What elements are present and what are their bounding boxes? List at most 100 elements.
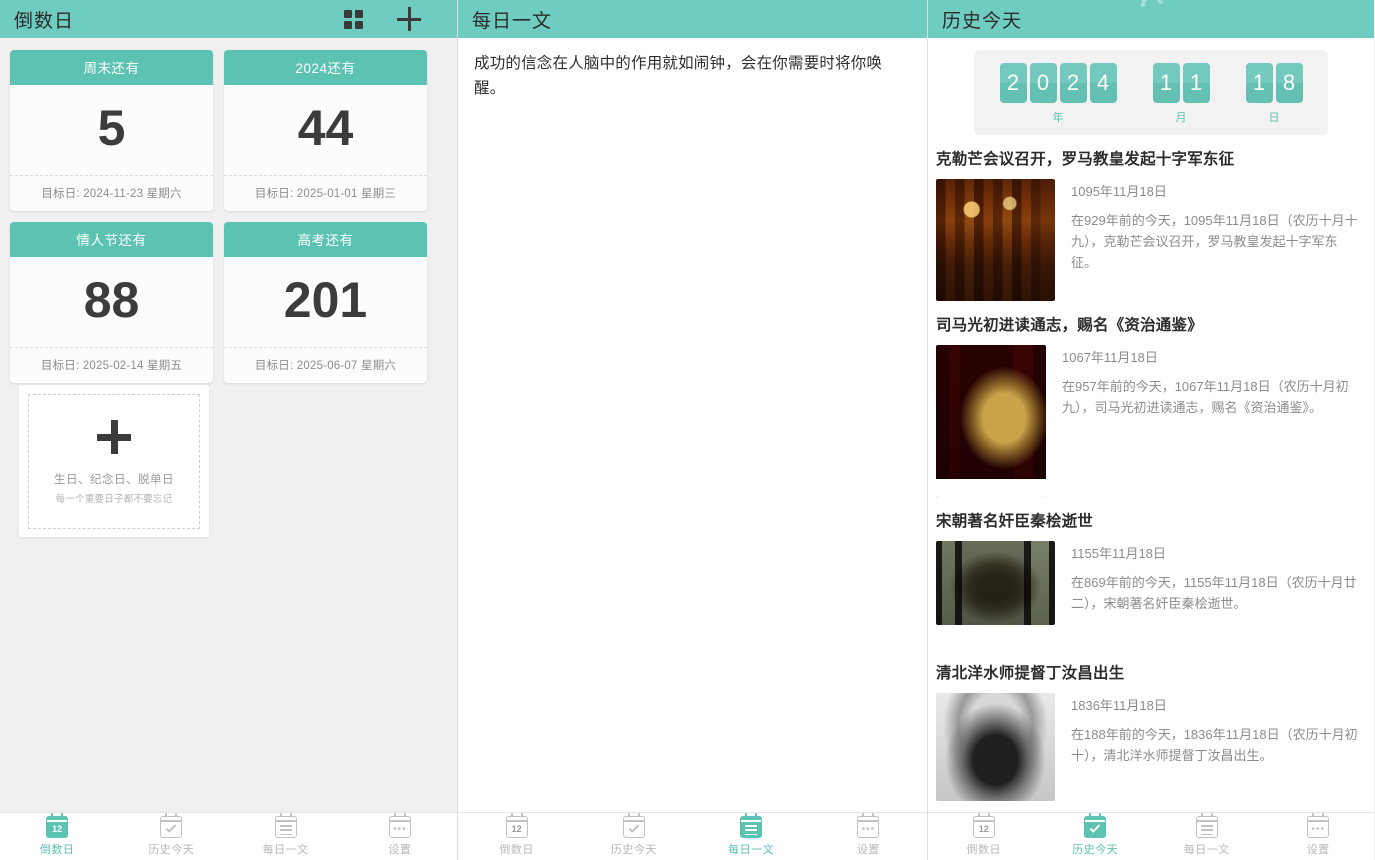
countdown-card[interactable]: 情人节还有 88 目标日: 2025-02-14 星期五	[10, 222, 213, 383]
event-body: 1067年11月18日 在957年前的今天，1067年11月18日（农历十月初九…	[936, 345, 1360, 497]
nav-label: 每日一文	[262, 844, 309, 856]
article-header: 每日一文	[458, 0, 927, 38]
history-event-item[interactable]: 宋朝著名奸臣秦桧逝世 1155年11月18日 在869年前的今天，1155年11…	[928, 497, 1374, 625]
add-countdown-card[interactable]: 生日、纪念日、脱单日 每一个重要日子都不要忘记	[19, 385, 209, 537]
event-texts: 1095年11月18日 在929年前的今天，1095年11月18日（农历十月十九…	[1071, 179, 1360, 273]
nav-label: 历史今天	[1072, 844, 1119, 856]
panel-daily-article: 每日一文 成功的信念在人脑中的作用就如闹钟，会在你需要时将你唤醒。 12 倒数日…	[458, 0, 928, 860]
countdown-card-target: 目标日: 2025-02-14 星期五	[40, 360, 183, 372]
nav-label: 每日一文	[728, 844, 775, 856]
year-unit-label: 年	[1052, 112, 1064, 124]
date-group-year: 2 0 2 4 年	[999, 63, 1117, 125]
event-thumbnail	[936, 179, 1055, 301]
event-description: 在929年前的今天，1095年11月18日（农历十月十九），克勒芒会议召开，罗马…	[1071, 213, 1358, 271]
nav-item-settings[interactable]: ••• 设置	[810, 813, 927, 857]
event-texts: 1067年11月18日 在957年前的今天，1067年11月18日（农历十月初九…	[1062, 345, 1360, 418]
calendar-12-icon: 12	[505, 813, 528, 838]
year-digits: 2 0 2 4	[999, 63, 1117, 103]
nav-item-history[interactable]: 历史今天	[1040, 813, 1152, 857]
month-unit-label: 月	[1175, 112, 1187, 124]
countdown-card[interactable]: 高考还有 201 目标日: 2025-06-07 星期六	[224, 222, 427, 383]
plus-icon[interactable]	[397, 7, 421, 31]
event-body: 1836年11月18日 在188年前的今天，1836年11月18日（农历十月初十…	[936, 693, 1360, 801]
nav-label: 历史今天	[610, 844, 657, 856]
countdown-card-target: 目标日: 2025-01-01 星期三	[254, 188, 397, 200]
nav-label: 倒数日	[966, 844, 1001, 856]
calendar-lines-icon	[740, 813, 763, 838]
bottom-nav: 12 倒数日 历史今天 每日一文 ••• 设置	[458, 812, 927, 860]
day-digits: 1 8	[1245, 63, 1303, 103]
zizhi-tongjian-book	[936, 345, 1046, 497]
event-thumbnail	[936, 541, 1055, 625]
nav-item-settings[interactable]: ••• 设置	[343, 813, 457, 857]
countdown-card-label: 高考还有	[224, 222, 427, 257]
calendar-check-icon	[160, 813, 183, 838]
history-event-item[interactable]: 司马光初进读通志，赐名《资治通鉴》 1067年11月18日 在957年前的今天，…	[928, 301, 1374, 497]
nav-item-article[interactable]: 每日一文	[229, 813, 343, 857]
flip-digit: 1	[1152, 63, 1180, 103]
flip-digit: 1	[1245, 63, 1273, 103]
countdown-card-target: 目标日: 2025-06-07 星期六	[254, 360, 397, 372]
event-date: 1155年11月18日	[1071, 546, 1166, 561]
nav-label: 倒数日	[499, 844, 534, 856]
event-title: 清北洋水师提督丁汝昌出生	[936, 665, 1125, 682]
nav-item-settings[interactable]: ••• 设置	[1263, 813, 1375, 857]
day-unit-label: 日	[1268, 112, 1280, 124]
nav-item-history[interactable]: 历史今天	[575, 813, 692, 857]
event-texts: 1836年11月18日 在188年前的今天，1836年11月18日（农历十月初十…	[1071, 693, 1360, 766]
bottom-nav: 12 倒数日 历史今天 每日一文 ••• 设置	[928, 812, 1374, 860]
app-root: 倒数日 周末还有 5 目标日: 2024-11-23 星期六 2024还有 44…	[0, 0, 1375, 860]
history-event-item[interactable]: 克勒芒会议召开，罗马教皇发起十字军东征 1095年11月18日 在929年前的今…	[928, 135, 1374, 301]
grid-icon[interactable]	[344, 9, 363, 29]
countdown-card-days: 88	[10, 257, 213, 348]
flip-digit: 2	[999, 63, 1027, 103]
countdown-card[interactable]: 周末还有 5 目标日: 2024-11-23 星期六	[10, 50, 213, 211]
event-texts: 1155年11月18日 在869年前的今天，1155年11月18日（农历十月廿二…	[1071, 541, 1360, 614]
nav-item-countdown[interactable]: 12 倒数日	[0, 813, 114, 857]
history-header: 历史今天	[928, 0, 1374, 38]
dingruchang-portrait	[936, 693, 1055, 801]
calendar-12-icon: 12	[972, 813, 995, 838]
date-board: 2 0 2 4 年 1 1 月 1 8 日	[974, 50, 1328, 135]
add-card-line2: 每一个重要日子都不要忘记	[55, 494, 173, 505]
countdown-card-days: 5	[10, 85, 213, 176]
event-description: 在869年前的今天，1155年11月18日（农历十月廿二），宋朝著名奸臣秦桧逝世…	[1071, 575, 1357, 612]
nav-label: 设置	[1306, 844, 1330, 856]
nav-label: 历史今天	[148, 844, 195, 856]
calendar-check-icon	[1084, 813, 1107, 838]
page-title: 倒数日	[14, 10, 75, 32]
event-body: 1095年11月18日 在929年前的今天，1095年11月18日（农历十月十九…	[936, 179, 1360, 301]
nav-item-article[interactable]: 每日一文	[693, 813, 810, 857]
page-title: 历史今天	[942, 10, 1023, 32]
countdown-card[interactable]: 2024还有 44 目标日: 2025-01-01 星期三	[224, 50, 427, 211]
countdown-card-days: 44	[224, 85, 427, 176]
countdown-card-label: 周末还有	[10, 50, 213, 85]
nav-label: 设置	[388, 844, 412, 856]
nav-label: 倒数日	[39, 844, 75, 856]
calendar-lines-icon	[1195, 813, 1218, 838]
countdown-cards: 周末还有 5 目标日: 2024-11-23 星期六 2024还有 44 目标日…	[10, 50, 447, 383]
nav-item-countdown[interactable]: 12 倒数日	[928, 813, 1040, 857]
qinhui-statue	[936, 541, 1055, 625]
plus-icon	[94, 417, 134, 457]
nav-item-history[interactable]: 历史今天	[114, 813, 228, 857]
bottom-nav: 12 倒数日 历史今天 每日一文 ••• 设置	[0, 812, 457, 860]
event-description: 在957年前的今天，1067年11月18日（农历十月初九），司马光初进读通志，赐…	[1062, 379, 1349, 416]
nav-item-countdown[interactable]: 12 倒数日	[458, 813, 575, 857]
crusade-council-painting	[936, 179, 1055, 301]
history-event-item[interactable]: 清北洋水师提督丁汝昌出生 1836年11月18日 在188年前的今天，1836年…	[928, 625, 1374, 801]
add-card-line1: 生日、纪念日、脱单日	[54, 474, 174, 486]
nav-item-article[interactable]: 每日一文	[1151, 813, 1263, 857]
history-scroll-area[interactable]: 2 0 2 4 年 1 1 月 1 8 日 克勒芒会议召开，罗马教皇发起十字军东…	[928, 38, 1374, 850]
event-date: 1067年11月18日	[1062, 350, 1158, 365]
event-thumbnail	[936, 693, 1055, 801]
nav-label: 设置	[856, 844, 880, 856]
event-date: 1836年11月18日	[1071, 698, 1167, 713]
calendar-dots-icon: •••	[1307, 813, 1330, 838]
countdown-card-target: 目标日: 2024-11-23 星期六	[41, 188, 182, 200]
countdown-card-label: 情人节还有	[10, 222, 213, 257]
countdown-header: 倒数日	[0, 0, 457, 38]
flip-digit: 2	[1059, 63, 1087, 103]
event-date: 1095年11月18日	[1071, 184, 1167, 199]
countdown-cards-wrap: 周末还有 5 目标日: 2024-11-23 星期六 2024还有 44 目标日…	[0, 38, 457, 537]
